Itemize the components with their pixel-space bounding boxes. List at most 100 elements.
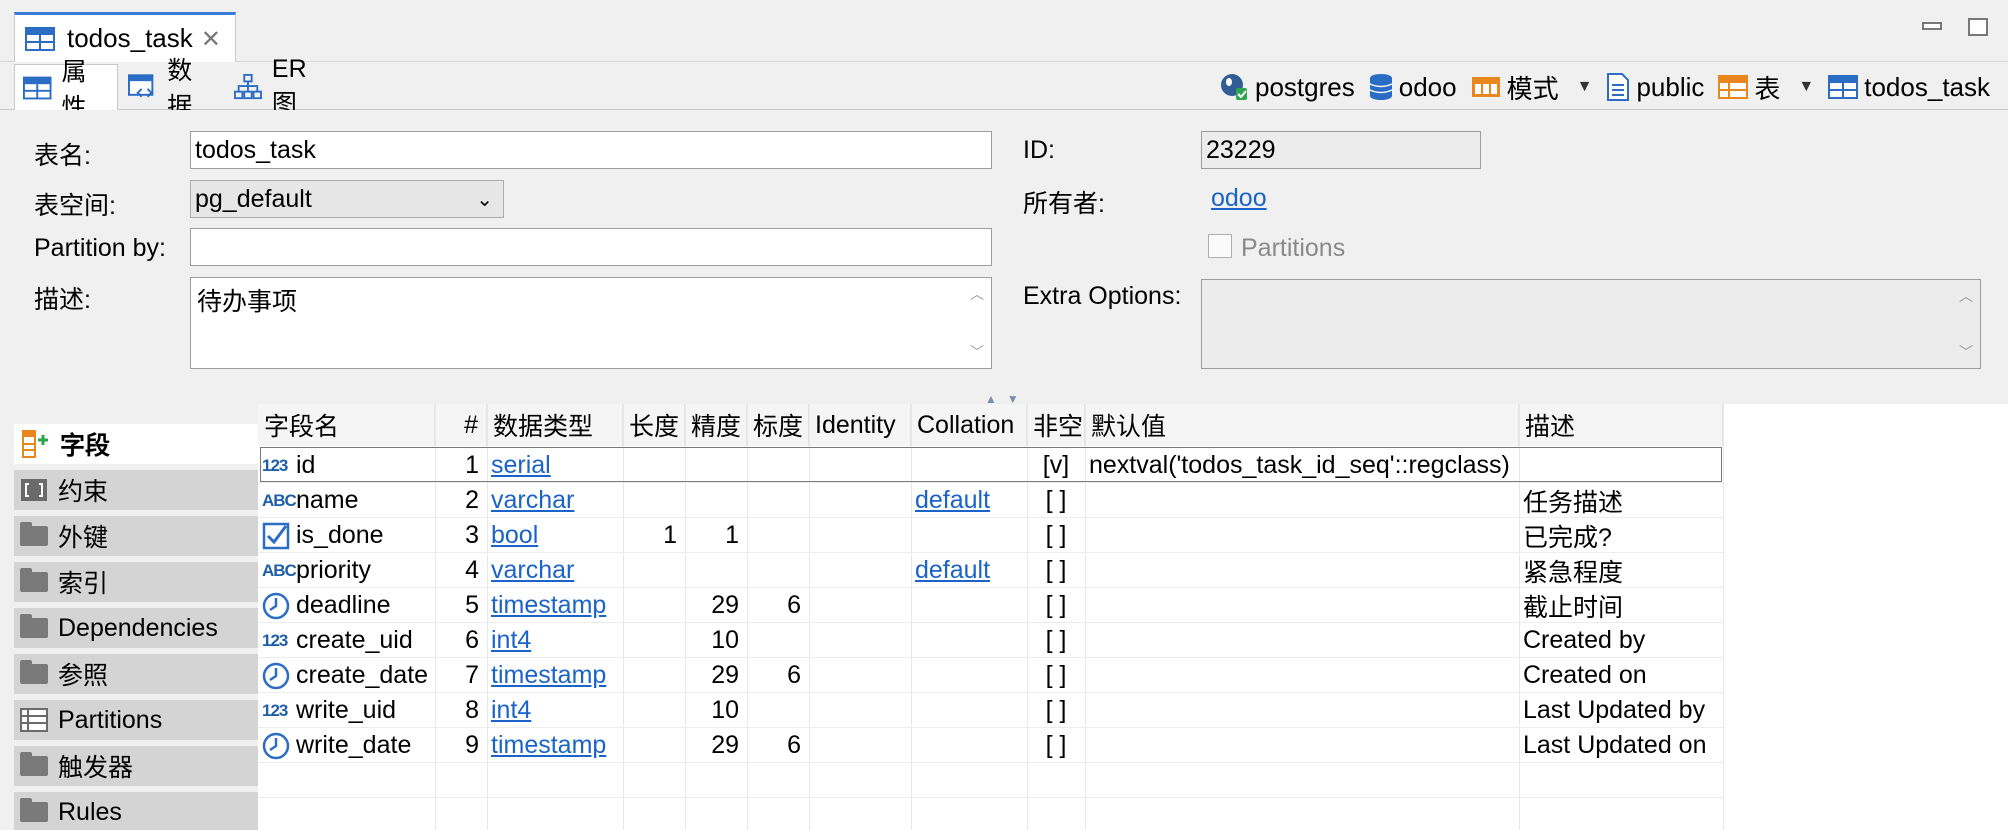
cell-length[interactable] xyxy=(623,448,685,483)
cell-type[interactable]: serial xyxy=(487,448,623,483)
cell-name[interactable]: deadline xyxy=(258,588,435,623)
cell-type[interactable]: varchar xyxy=(487,483,623,518)
column-header-length[interactable]: 长度 xyxy=(623,404,685,446)
cell-num[interactable]: 2 xyxy=(435,483,487,518)
cell-num[interactable]: 1 xyxy=(435,448,487,483)
type-link[interactable]: varchar xyxy=(491,486,574,515)
cell-default[interactable] xyxy=(1085,483,1519,518)
cell-num[interactable]: 3 xyxy=(435,518,487,553)
section-rules[interactable]: Rules xyxy=(14,792,258,830)
section-references[interactable]: 参照 xyxy=(14,654,258,696)
description-textarea[interactable]: 待办事项 ︿ ﹀ xyxy=(190,277,992,369)
cell-num[interactable]: 7 xyxy=(435,658,487,693)
type-link[interactable]: int4 xyxy=(491,626,531,655)
cell-name[interactable]: is_done xyxy=(258,518,435,553)
cell-identity[interactable] xyxy=(809,483,911,518)
cell-default[interactable] xyxy=(1085,728,1519,763)
column-header-collation[interactable]: Collation xyxy=(911,404,1027,446)
cell-default[interactable] xyxy=(1085,518,1519,553)
cell-num[interactable]: 4 xyxy=(435,553,487,588)
id-field[interactable]: 23229 xyxy=(1201,131,1481,169)
section-dependencies[interactable]: Dependencies xyxy=(14,608,258,650)
tab-properties[interactable]: 属性 xyxy=(14,58,118,122)
cell-desc[interactable]: 已完成? xyxy=(1519,518,1723,553)
cell-collation[interactable] xyxy=(911,693,1027,728)
cell-name[interactable]: 123 id xyxy=(258,448,435,483)
cell-collation[interactable] xyxy=(911,658,1027,693)
cell-default[interactable] xyxy=(1085,693,1519,728)
cell-length[interactable] xyxy=(623,658,685,693)
column-header-identity[interactable]: Identity xyxy=(809,404,911,446)
cell-collation[interactable]: default xyxy=(911,483,1027,518)
column-header-default[interactable]: 默认值 xyxy=(1085,404,1519,446)
cell-scale[interactable] xyxy=(747,448,809,483)
cell-collation[interactable] xyxy=(911,728,1027,763)
cell-name[interactable]: ABC name xyxy=(258,483,435,518)
cell-scale[interactable] xyxy=(747,553,809,588)
extra-options-scrollbar[interactable]: ︿ ﹀ xyxy=(1958,286,1974,362)
chevron-down-icon[interactable]: ▼ xyxy=(1798,78,1814,96)
cell-precision[interactable]: 29 xyxy=(685,658,747,693)
section-partitions[interactable]: Partitions xyxy=(14,700,258,742)
cell-notnull[interactable]: [ ] xyxy=(1027,553,1085,588)
breadcrumb-tables-folder[interactable]: 表 ▼ xyxy=(1718,69,1814,106)
table-name-input[interactable]: todos_task xyxy=(190,131,992,169)
cell-precision[interactable]: 10 xyxy=(685,693,747,728)
cell-length[interactable] xyxy=(623,553,685,588)
cell-precision[interactable]: 29 xyxy=(685,588,747,623)
column-header-ordinal[interactable]: # xyxy=(435,404,487,446)
chevron-down-icon[interactable]: ﹀ xyxy=(970,342,984,362)
cell-default[interactable] xyxy=(1085,623,1519,658)
owner-link[interactable]: odoo xyxy=(1211,184,1267,213)
collation-link[interactable]: default xyxy=(915,556,990,585)
cell-notnull[interactable]: [ ] xyxy=(1027,518,1085,553)
partitions-checkbox[interactable] xyxy=(1208,234,1232,258)
cell-notnull[interactable]: [ ] xyxy=(1027,658,1085,693)
breadcrumb-database[interactable]: odoo xyxy=(1369,72,1457,103)
chevron-down-icon[interactable]: ﹀ xyxy=(1959,342,1973,362)
cell-notnull[interactable]: [ ] xyxy=(1027,623,1085,658)
cell-desc[interactable] xyxy=(1519,448,1723,483)
column-header-scale[interactable]: 标度 xyxy=(747,404,809,446)
type-link[interactable]: timestamp xyxy=(491,661,606,690)
cell-collation[interactable] xyxy=(911,588,1027,623)
description-scrollbar[interactable]: ︿ ﹀ xyxy=(969,284,985,362)
cell-length[interactable]: 1 xyxy=(623,518,685,553)
cell-num[interactable]: 6 xyxy=(435,623,487,658)
breadcrumb-schema[interactable]: public xyxy=(1606,72,1704,103)
type-link[interactable]: timestamp xyxy=(491,591,606,620)
cell-desc[interactable]: Created on xyxy=(1519,658,1723,693)
type-link[interactable]: int4 xyxy=(491,696,531,725)
section-columns[interactable]: 字段 xyxy=(14,424,258,466)
partition-by-input[interactable] xyxy=(190,228,992,266)
cell-num[interactable]: 9 xyxy=(435,728,487,763)
tab-data[interactable]: 数据 xyxy=(120,57,224,121)
cell-notnull[interactable]: [ ] xyxy=(1027,588,1085,623)
type-link[interactable]: bool xyxy=(491,521,538,550)
type-link[interactable]: serial xyxy=(491,451,551,480)
chevron-up-icon[interactable]: ︿ xyxy=(970,284,984,304)
chevron-up-icon[interactable]: ︿ xyxy=(1959,286,1973,306)
cell-precision[interactable]: 10 xyxy=(685,623,747,658)
cell-scale[interactable]: 6 xyxy=(747,588,809,623)
cell-length[interactable] xyxy=(623,728,685,763)
cell-default[interactable] xyxy=(1085,553,1519,588)
cell-desc[interactable]: 紧急程度 xyxy=(1519,553,1723,588)
cell-precision[interactable] xyxy=(685,553,747,588)
type-link[interactable]: timestamp xyxy=(491,731,606,760)
section-constraints[interactable]: 约束 xyxy=(14,470,258,512)
tablespace-select[interactable]: pg_default ⌄ xyxy=(190,180,504,218)
column-header-precision[interactable]: 精度 xyxy=(685,404,747,446)
cell-identity[interactable] xyxy=(809,448,911,483)
cell-desc[interactable]: Last Updated on xyxy=(1519,728,1723,763)
cell-notnull[interactable]: [ ] xyxy=(1027,728,1085,763)
chevron-down-icon[interactable]: ▼ xyxy=(1577,78,1593,96)
extra-options-textarea[interactable]: ︿ ﹀ xyxy=(1201,279,1981,369)
cell-type[interactable]: int4 xyxy=(487,623,623,658)
column-header-name[interactable]: 字段名 xyxy=(258,404,435,446)
cell-identity[interactable] xyxy=(809,728,911,763)
section-indexes[interactable]: 索引 xyxy=(14,562,258,604)
cell-scale[interactable] xyxy=(747,623,809,658)
cell-notnull[interactable]: [v] xyxy=(1027,448,1085,483)
cell-desc[interactable]: 任务描述 xyxy=(1519,483,1723,518)
